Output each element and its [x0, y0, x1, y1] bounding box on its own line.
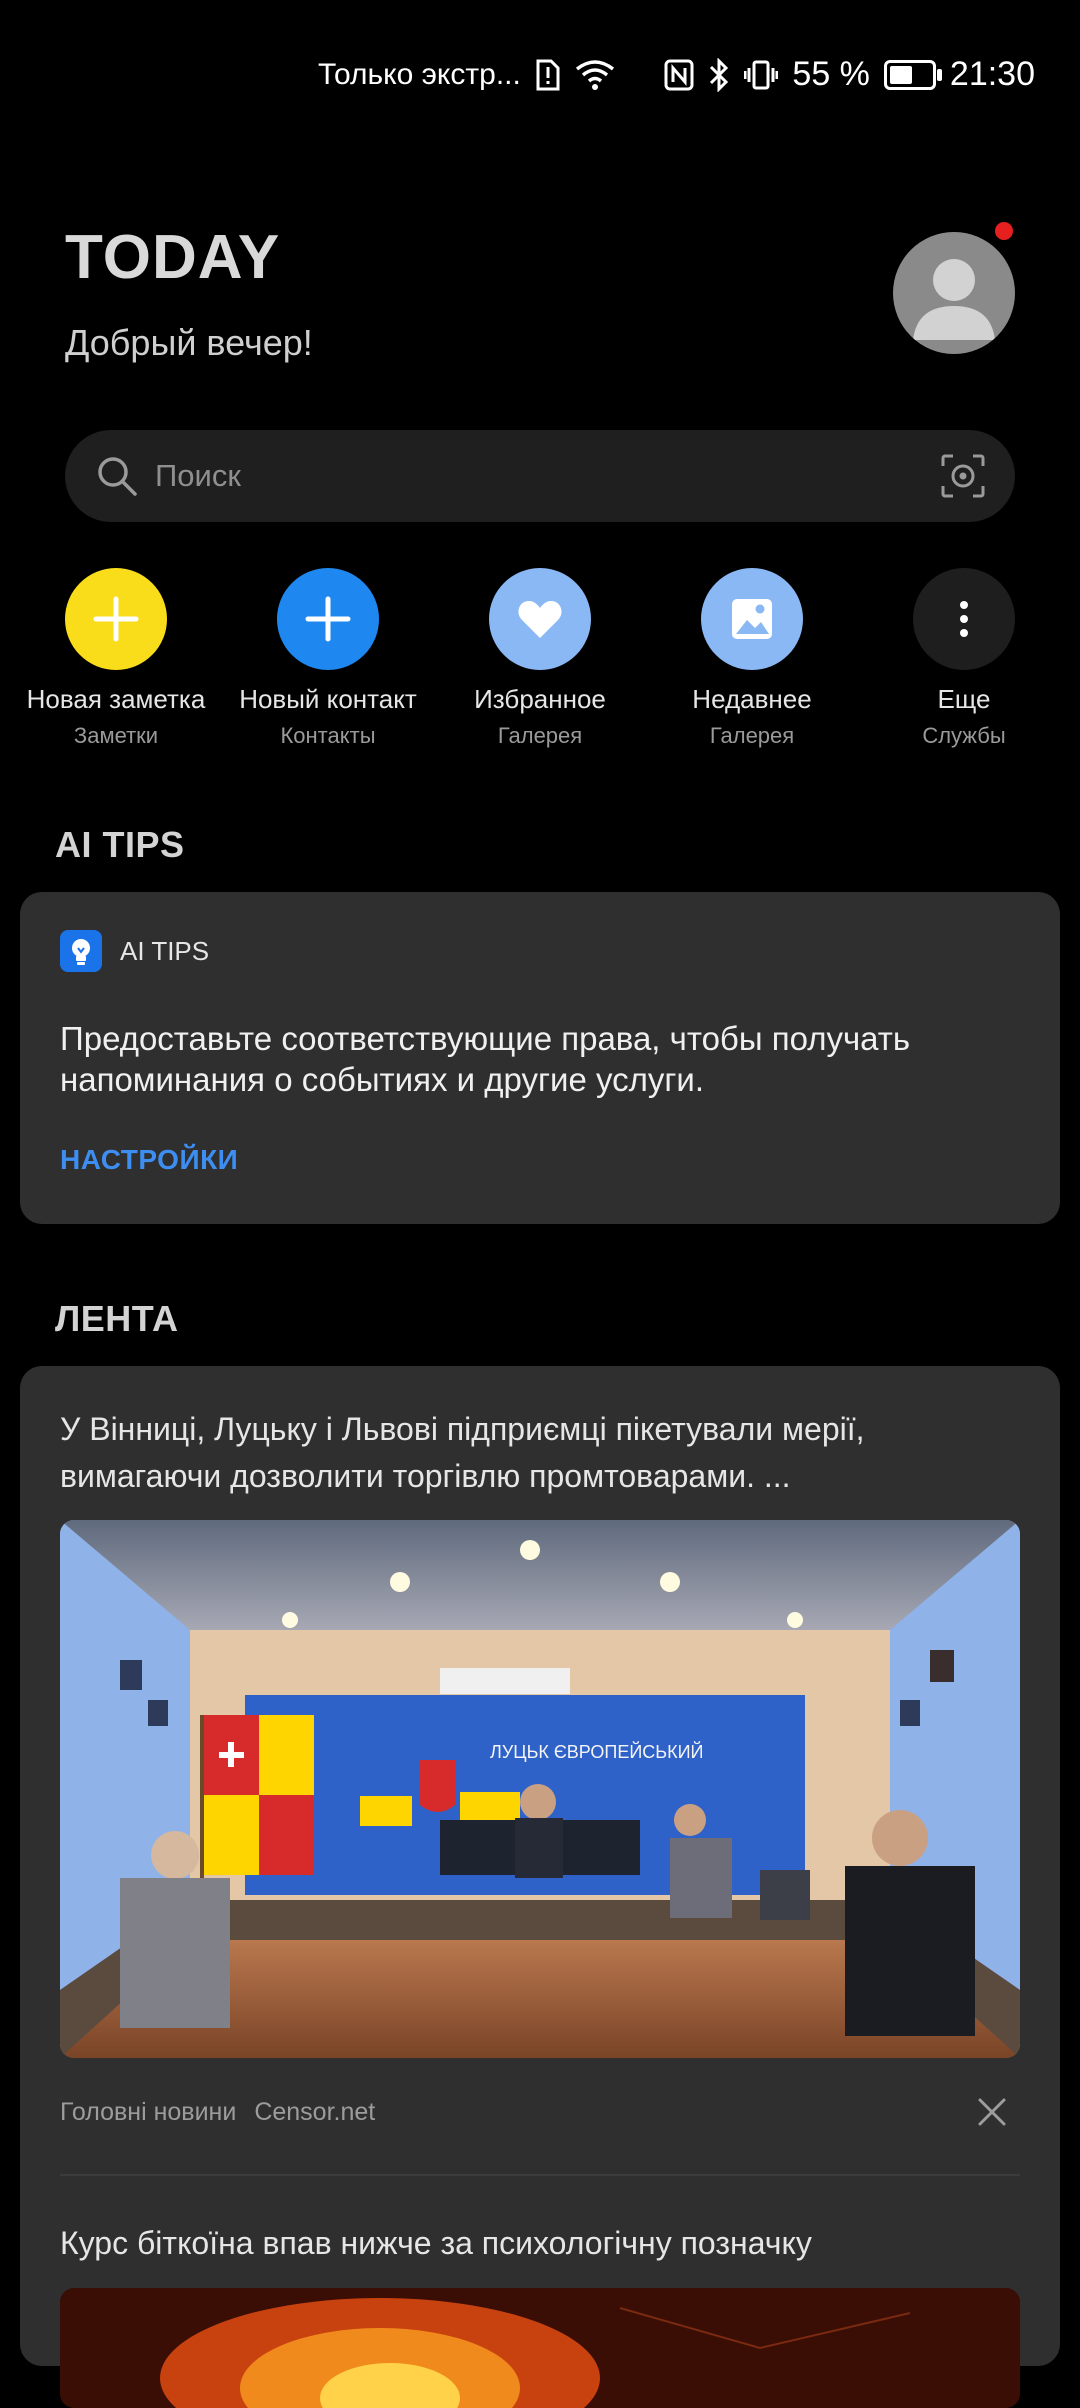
ai-tips-card[interactable]: AI TIPS Предоставьте соответствующие пра…: [20, 892, 1060, 1224]
ai-tips-section-title: AI TIPS: [55, 824, 185, 865]
news-headline[interactable]: Курс біткоїна впав нижче за психологічну…: [60, 2220, 1020, 2267]
plus-icon: [305, 596, 351, 642]
shortcut-new-note[interactable]: Новая заметка Заметки: [10, 568, 222, 749]
heart-icon: [518, 601, 562, 638]
shortcut-label: Новый контакт: [239, 684, 417, 714]
news-category: Головні новини: [60, 2098, 237, 2126]
shortcut-label: Новая заметка: [26, 684, 206, 714]
search-icon: [95, 454, 139, 498]
news-source: Censor.net: [254, 2098, 376, 2126]
meeting-room-photo: ЛУЦЬК ЄВРОПЕЙСЬКИЙ: [60, 1520, 1020, 2058]
greeting-text: Добрый вечер!: [65, 322, 313, 363]
shortcut-favorites[interactable]: Избранное Галерея: [434, 568, 646, 749]
nfc-icon: [664, 59, 694, 91]
more-button[interactable]: [913, 568, 1015, 670]
shortcut-label: Еще: [937, 684, 991, 714]
clock: 21:30: [949, 55, 1035, 93]
user-icon: [913, 259, 995, 340]
sim-alert-icon: [535, 59, 561, 91]
battery-icon: [883, 59, 942, 90]
fire-photo: [60, 2288, 1020, 2408]
dismiss-news-button[interactable]: [972, 2092, 1012, 2132]
shortcut-row: Новая заметка Заметки Новый контакт Конт…: [0, 568, 1080, 758]
more-vertical-icon: [960, 601, 968, 637]
shortcut-more[interactable]: Еще Службы: [858, 568, 1070, 749]
notification-dot: [995, 222, 1013, 240]
battery-level: [889, 65, 912, 84]
shortcut-sublabel: Службы: [922, 723, 1006, 748]
settings-link[interactable]: НАСТРОЙКИ: [60, 1144, 238, 1176]
shortcut-label: Недавнее: [692, 684, 812, 714]
status-right: 55 % 21:30: [664, 55, 1035, 94]
battery-percent: 55 %: [792, 55, 870, 93]
feed-section-title: ЛЕНТА: [55, 1298, 179, 1339]
vibrate-icon: [744, 59, 779, 91]
bluetooth-icon: [708, 57, 730, 92]
status-bar: Только экстр... 55 % 21:30: [0, 0, 1080, 160]
feed-card: У Вінниці, Луцьку і Львові підприємці пі…: [20, 1366, 1060, 2408]
lightbulb-icon: [60, 930, 102, 972]
shortcut-new-contact[interactable]: Новый контакт Контакты: [222, 568, 434, 749]
shortcut-recent[interactable]: Недавнее Галерея: [646, 568, 858, 749]
feed-divider: [60, 2174, 1020, 2176]
shortcut-label: Избранное: [474, 684, 606, 714]
page-title: TODAY: [65, 223, 281, 292]
ai-tips-message: Предоставьте соответствующие права, чтоб…: [60, 1020, 911, 1098]
shortcut-sublabel: Заметки: [73, 723, 159, 748]
search-input[interactable]: [153, 457, 917, 495]
close-icon: [978, 2098, 1006, 2126]
ai-tips-card-label: AI TIPS: [120, 935, 210, 966]
status-left: Только экстр...: [318, 58, 615, 92]
avatar[interactable]: [893, 232, 1015, 354]
scan-icon[interactable]: [939, 452, 987, 500]
plus-icon: [93, 596, 139, 642]
shortcut-sublabel: Галерея: [497, 723, 583, 748]
image-icon: [732, 599, 772, 639]
new-contact-button[interactable]: [277, 568, 379, 670]
recent-button[interactable]: [701, 568, 803, 670]
new-note-button[interactable]: [65, 568, 167, 670]
wifi-icon: [575, 59, 615, 91]
news-photo[interactable]: [60, 2288, 1020, 2408]
ai-tips-card-header: AI TIPS: [60, 930, 209, 972]
favorites-button[interactable]: [489, 568, 591, 670]
news-meta: Головні новини Censor.net: [60, 2098, 375, 2127]
news-headline[interactable]: У Вінниці, Луцьку і Львові підприємці пі…: [60, 1406, 1020, 1500]
carrier-text: Только экстр...: [318, 58, 521, 91]
shortcut-sublabel: Галерея: [709, 723, 795, 748]
shortcut-sublabel: Контакты: [280, 723, 376, 748]
search-bar[interactable]: [65, 430, 1015, 522]
news-photo[interactable]: ЛУЦЬК ЄВРОПЕЙСЬКИЙ: [60, 1520, 1020, 2058]
banner-text: ЛУЦЬК ЄВРОПЕЙСЬКИЙ: [490, 1741, 703, 1762]
